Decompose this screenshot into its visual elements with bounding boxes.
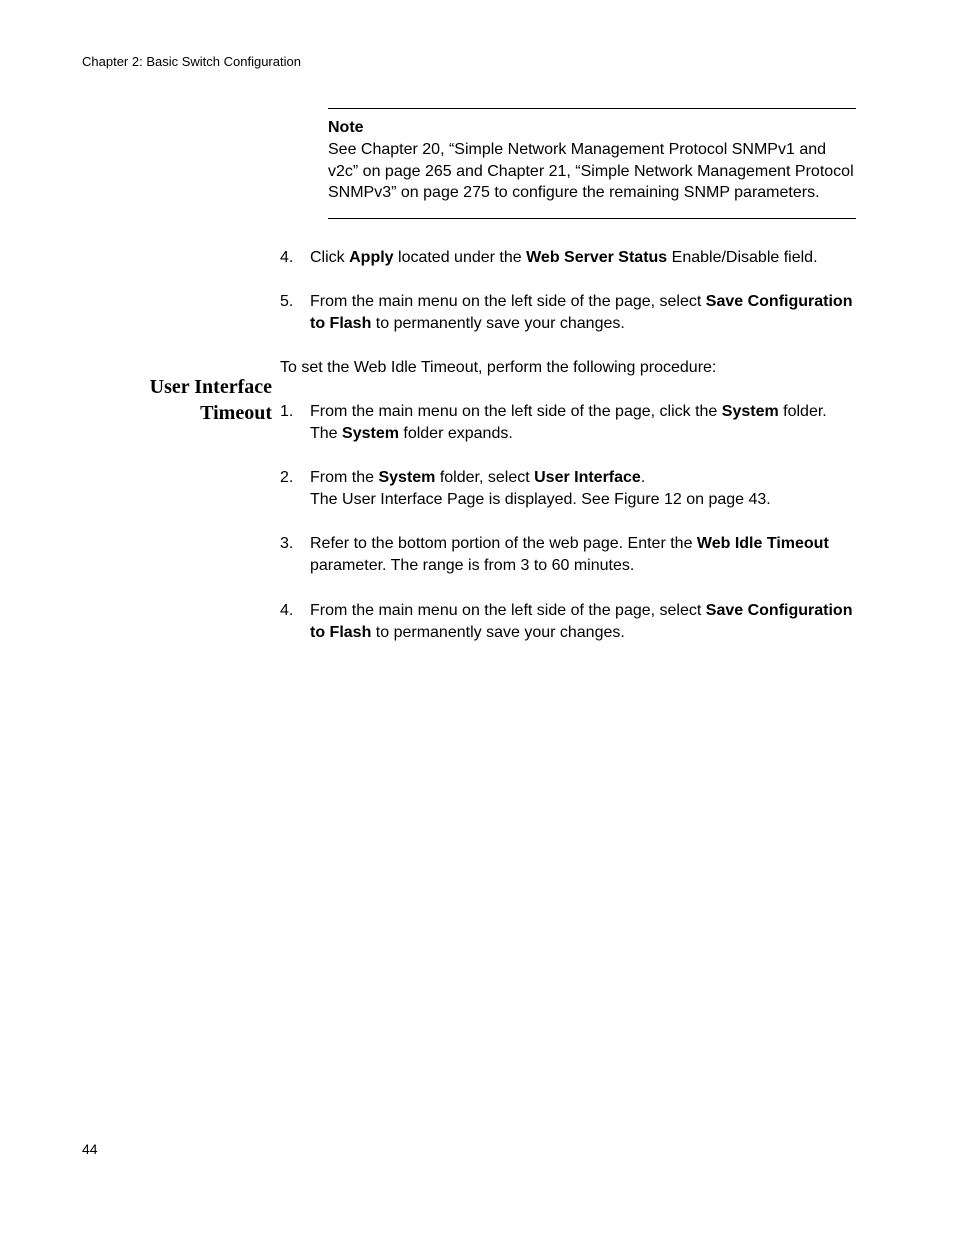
- note-text: See Chapter 20, “Simple Network Manageme…: [328, 139, 856, 204]
- step-number: 3.: [280, 533, 310, 555]
- step-number: 1.: [280, 401, 310, 423]
- list-item: 1. From the main menu on the left side o…: [280, 401, 856, 445]
- note-box: Note See Chapter 20, “Simple Network Man…: [328, 108, 856, 219]
- section-user-interface-timeout: To set the Web Idle Timeout, perform the…: [280, 357, 856, 644]
- side-heading: User Interface Timeout: [82, 374, 272, 426]
- step-number: 4.: [280, 247, 310, 269]
- step-text: From the System folder, select User Inte…: [310, 467, 856, 511]
- page-number: 44: [82, 1141, 98, 1157]
- list-item: 4. Click Apply located under the Web Ser…: [280, 247, 856, 269]
- continued-steps-list: 4. Click Apply located under the Web Ser…: [280, 247, 856, 335]
- list-item: 2. From the System folder, select User I…: [280, 467, 856, 511]
- step-number: 4.: [280, 600, 310, 622]
- step-text: From the main menu on the left side of t…: [310, 600, 856, 644]
- procedure-steps-list: 1. From the main menu on the left side o…: [280, 401, 856, 644]
- list-item: 3. Refer to the bottom portion of the we…: [280, 533, 856, 577]
- list-item: 5. From the main menu on the left side o…: [280, 291, 856, 335]
- note-label: Note: [328, 119, 856, 137]
- list-item: 4. From the main menu on the left side o…: [280, 600, 856, 644]
- step-text: Refer to the bottom portion of the web p…: [310, 533, 856, 577]
- running-header: Chapter 2: Basic Switch Configuration: [82, 54, 301, 69]
- step-number: 5.: [280, 291, 310, 313]
- step-text: Click Apply located under the Web Server…: [310, 247, 856, 269]
- step-text: From the main menu on the left side of t…: [310, 291, 856, 335]
- section-intro: To set the Web Idle Timeout, perform the…: [280, 357, 856, 379]
- step-text: From the main menu on the left side of t…: [310, 401, 856, 445]
- step-number: 2.: [280, 467, 310, 489]
